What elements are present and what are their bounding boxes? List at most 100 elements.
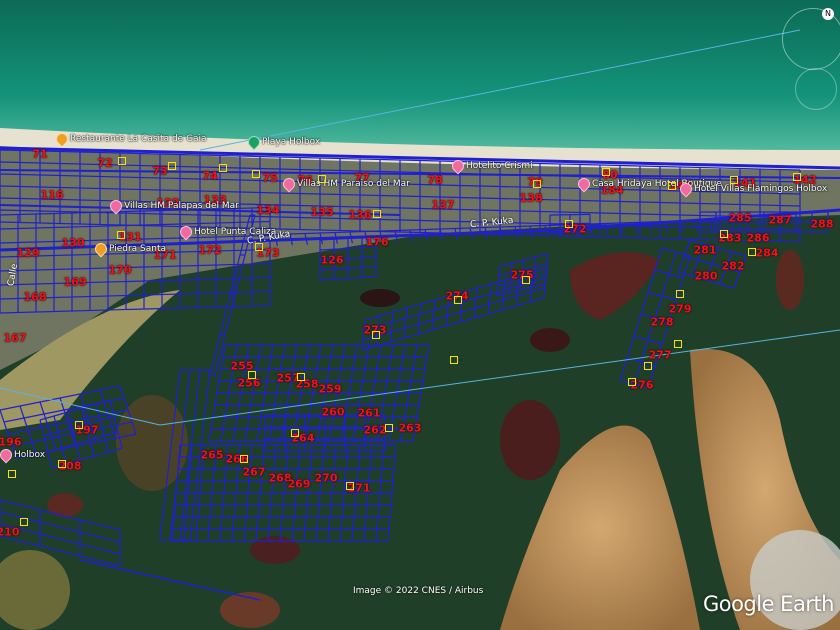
lot-label[interactable]: 288 [811,218,834,231]
place-marker[interactable]: Villas HM Paraiso del Mar [280,175,410,193]
place-name: Piedra Santa [109,244,167,254]
lot-label[interactable]: 138 [520,192,543,205]
hotel-pin-icon[interactable] [677,180,695,198]
lot-label[interactable]: 262 [364,424,387,437]
lot-label[interactable]: 210 [0,526,19,539]
lot-label[interactable]: 136 [349,209,372,222]
placemark-square-icon[interactable] [117,231,125,239]
lot-label[interactable]: 279 [669,303,692,316]
place-marker[interactable]: Hotel Villas Flamingos Holbox [677,180,827,198]
lot-label[interactable]: 284 [756,247,779,260]
lot-label[interactable]: 176 [366,236,389,249]
lot-label[interactable]: 72 [97,157,112,170]
placemark-square-icon[interactable] [373,210,381,218]
placemark-square-icon[interactable] [318,175,326,183]
lot-label[interactable]: 135 [311,206,334,219]
lot-label[interactable]: 167 [4,332,27,345]
lot-label[interactable]: 270 [315,472,338,485]
hotel-pin-icon[interactable] [0,446,15,464]
placemark-square-icon[interactable] [676,290,684,298]
placemark-square-icon[interactable] [628,378,636,386]
hotel-pin-icon[interactable] [449,157,467,175]
hotel-pin-icon[interactable] [107,197,125,215]
parcel-line [159,329,840,426]
place-marker[interactable]: Holbox [0,446,45,464]
lot-label[interactable]: 130 [62,237,85,250]
lot-label[interactable]: 287 [769,214,792,227]
placemark-square-icon[interactable] [450,356,458,364]
lot-label[interactable]: 129 [17,247,40,260]
placemark-square-icon[interactable] [248,371,256,379]
placemark-square-icon[interactable] [255,243,263,251]
placemark-square-icon[interactable] [385,424,393,432]
lot-label[interactable]: 285 [729,212,752,225]
placemark-square-icon[interactable] [644,362,652,370]
placemark-square-icon[interactable] [748,248,756,256]
lot-label[interactable]: 170 [109,264,132,277]
lot-label[interactable]: 71 [32,148,47,161]
lot-label[interactable]: 263 [399,422,422,435]
hotel-pin-icon[interactable] [280,175,298,193]
placemark-square-icon[interactable] [297,373,305,381]
placemark-square-icon[interactable] [58,460,66,468]
placemark-square-icon[interactable] [565,220,573,228]
lot-label[interactable]: 280 [695,270,718,283]
placemark-square-icon[interactable] [20,518,28,526]
lot-label[interactable]: 259 [319,383,342,396]
placemark-square-icon[interactable] [454,296,462,304]
lot-label[interactable]: 265 [201,449,224,462]
placemark-square-icon[interactable] [240,455,248,463]
place-marker[interactable]: Hotelito Crismi [449,157,533,175]
place-marker[interactable]: Piedra Santa [92,240,167,258]
beach-pin-icon[interactable] [245,133,263,151]
restaurant-pin-icon[interactable] [92,240,110,258]
placemark-square-icon[interactable] [720,230,728,238]
lot-label[interactable]: 168 [24,291,47,304]
place-marker[interactable]: Restaurante La Casita de Gaia [53,130,207,148]
lot-label[interactable]: 286 [747,232,770,245]
placemark-square-icon[interactable] [533,180,541,188]
placemark-square-icon[interactable] [8,470,16,478]
placemark-square-icon[interactable] [730,176,738,184]
lot-label[interactable]: 281 [694,244,717,257]
placemark-square-icon[interactable] [291,429,299,437]
lot-label[interactable]: 267 [243,466,266,479]
zoom-control[interactable] [795,68,837,110]
placemark-square-icon[interactable] [346,482,354,490]
placemark-square-icon[interactable] [372,331,380,339]
place-marker[interactable]: Villas HM Palapas del Mar [107,197,239,215]
north-arrow-icon[interactable]: N [822,8,834,20]
lot-label[interactable]: 282 [722,260,745,273]
restaurant-pin-icon[interactable] [53,130,71,148]
lot-label[interactable]: 277 [649,349,672,362]
placemark-square-icon[interactable] [75,421,83,429]
hotel-pin-icon[interactable] [575,175,593,193]
placemark-square-icon[interactable] [522,276,530,284]
lot-label[interactable]: 73 [152,165,167,178]
lot-label[interactable]: 116 [41,189,64,202]
lot-label[interactable]: 261 [358,407,381,420]
placemark-square-icon[interactable] [168,162,176,170]
placemark-square-icon[interactable] [602,168,610,176]
placemark-square-icon[interactable] [219,164,227,172]
lot-label[interactable]: 196 [0,436,21,449]
placemark-square-icon[interactable] [118,157,126,165]
lot-label[interactable]: 278 [651,316,674,329]
placemark-square-icon[interactable] [674,340,682,348]
hotel-pin-icon[interactable] [177,223,195,241]
lot-label[interactable]: 74 [202,170,217,183]
place-marker[interactable]: Playa Holbox [245,133,320,151]
lot-label[interactable]: 134 [257,204,280,217]
lot-label[interactable]: 126 [321,254,344,267]
lot-label[interactable]: 169 [64,276,87,289]
lot-label[interactable]: 137 [432,199,455,212]
lot-label[interactable]: 260 [322,406,345,419]
lot-label[interactable]: 269 [288,478,311,491]
placemark-square-icon[interactable] [252,170,260,178]
lot-label[interactable]: 172 [199,244,222,257]
lot-label[interactable]: 78 [427,174,442,187]
placemark-square-icon[interactable] [668,182,676,190]
satellite-map[interactable]: 7172737475767778798018414014114211613213… [0,0,840,630]
lot-label[interactable]: 75 [262,172,277,185]
placemark-square-icon[interactable] [793,173,801,181]
